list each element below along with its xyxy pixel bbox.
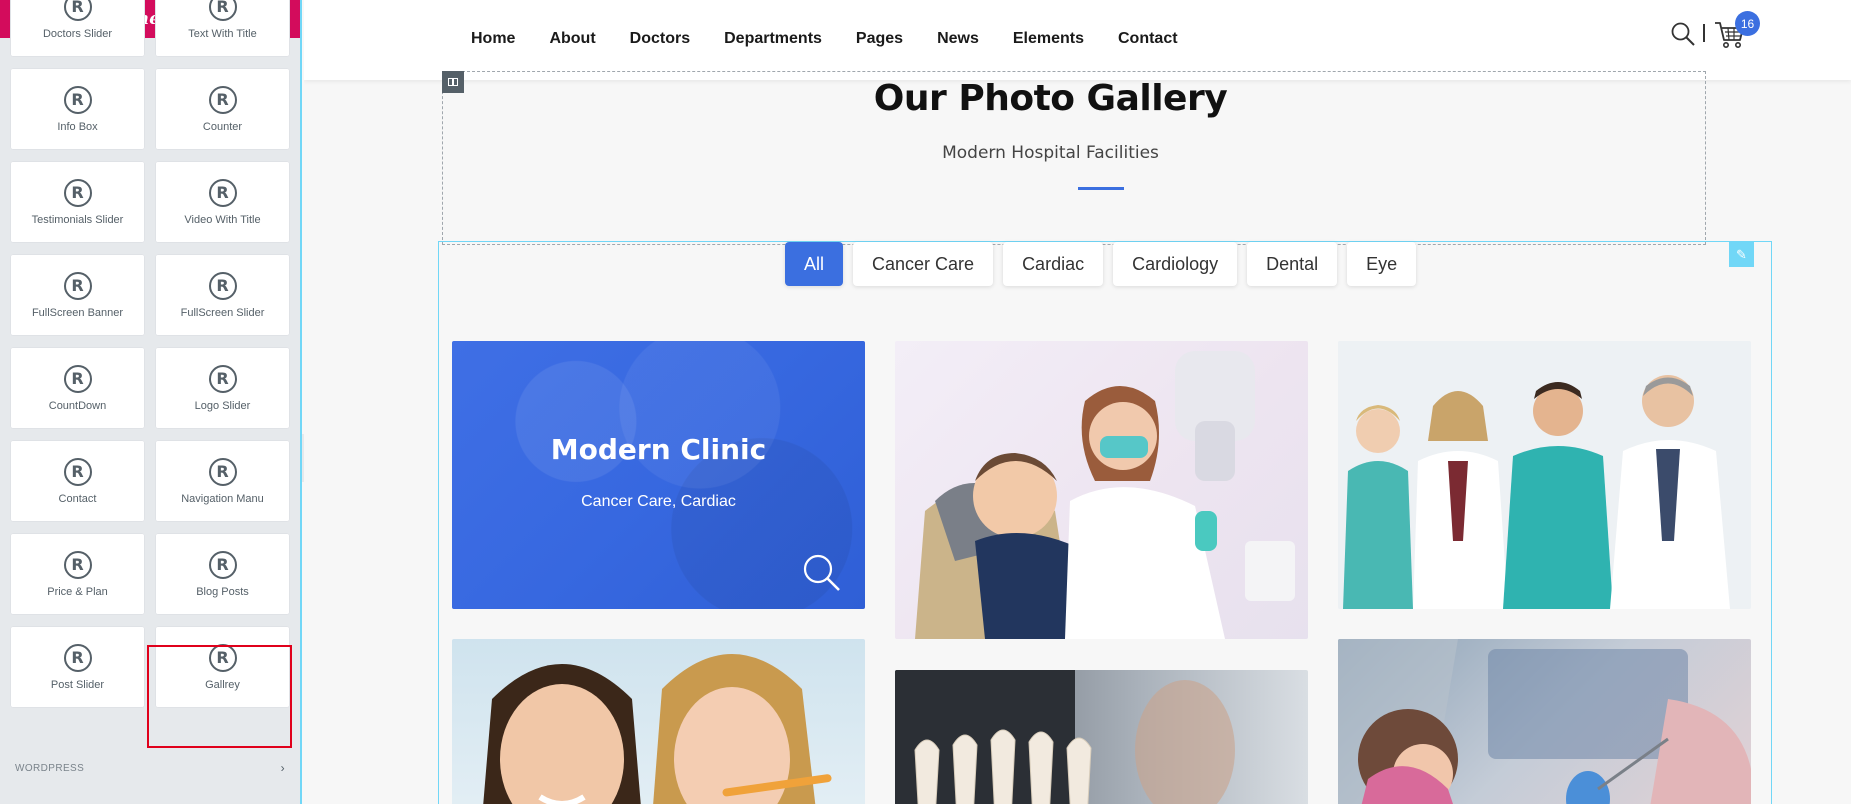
registered-icon: R [208,457,237,486]
filter-dental[interactable]: Dental [1247,242,1338,286]
zoom-search-icon[interactable] [802,553,842,593]
header-divider [1703,24,1705,42]
gallery-item-dental-photo[interactable] [895,341,1308,639]
nav-item-home[interactable]: Home [471,30,515,48]
registered-icon: R [63,271,92,300]
category-wordpress[interactable]: WORDPRESS › [0,756,300,780]
title-underline [1078,187,1124,190]
widget-label: FullScreen Banner [31,306,124,319]
filter-all[interactable]: All [785,242,844,286]
site-header: Home About Doctors Departments Pages News Elem… [304,0,1851,80]
registered-icon: R [63,457,92,486]
chevron-right-icon: › [280,761,285,775]
registered-icon: R [63,550,92,579]
registered-icon: R [63,0,92,21]
registered-icon: R [63,643,92,672]
widget-label: Counter [202,120,243,133]
widget-fullscreen-banner[interactable]: R FullScreen Banner [10,254,145,336]
filter-eye[interactable]: Eye [1347,242,1417,286]
registered-icon: R [208,643,237,672]
widget-navigation-manu[interactable]: R Navigation Manu [155,440,290,522]
widget-info-box[interactable]: R Info Box [10,68,145,150]
widget-video-with-title[interactable]: R Video With Title [155,161,290,243]
widget-doctors-slider[interactable]: R Doctors Slider [10,0,145,57]
widget-counter[interactable]: R Counter [155,68,290,150]
filter-cardiology[interactable]: Cardiology [1113,242,1238,286]
cart-count-badge: 16 [1735,11,1760,36]
widget-testimonials-slider[interactable]: R Testimonials Slider [10,161,145,243]
widget-label: Info Box [57,120,98,133]
category-label: WORDPRESS [15,762,85,774]
elementor-panel: elementor R Doctors Slider R Text With Titl… [0,0,302,804]
widget-label: Video With Title [184,213,261,226]
filter-cancer-care[interactable]: Cancer Care [853,242,994,286]
widget-label: Contact [58,492,97,505]
nav-item-news[interactable]: News [937,30,979,48]
widget-label: Navigation Manu [181,492,264,505]
widget-label: Text With Title [188,27,257,40]
gallery-title: Our Photo Gallery [873,78,1228,119]
nav-item-departments[interactable]: Departments [724,30,822,48]
nav-item-pages[interactable]: Pages [856,30,903,48]
widget-price-plan[interactable]: R Price & Plan [10,533,145,615]
nav-item-contact[interactable]: Contact [1118,30,1178,48]
registered-icon: R [208,85,237,114]
nav-item-doctors[interactable]: Doctors [630,30,690,48]
nav-item-elements[interactable]: Elements [1013,30,1084,48]
widget-gallrey[interactable]: R Gallrey [155,626,290,708]
gallery-item-hover[interactable]: Modern Clinic Cancer Care, Cardiac [452,341,865,609]
widget-contact[interactable]: R Contact [10,440,145,522]
widget-label: Logo Slider [194,399,251,412]
widget-blog-posts[interactable]: R Blog Posts [155,533,290,615]
registered-icon: R [208,364,237,393]
teeth-models-image [895,670,1235,804]
gallery-subtitle: Modern Hospital Facilities [942,143,1159,163]
nav-item-about[interactable]: About [549,30,595,48]
widget-label: Blog Posts [196,585,249,598]
registered-icon: R [208,178,237,207]
gallery-item-title: Modern Clinic [550,433,767,466]
child-exam-image [1338,639,1751,804]
widget-fullscreen-slider[interactable]: R FullScreen Slider [155,254,290,336]
registered-icon: R [63,364,92,393]
filter-cardiac[interactable]: Cardiac [1003,242,1104,286]
site-preview: Home About Doctors Departments Pages News Elem… [304,0,1851,804]
gallery-item-categories: Cancer Care, Cardiac [581,493,736,510]
registered-icon: R [208,550,237,579]
widget-logo-slider[interactable]: R Logo Slider [155,347,290,429]
gallery-item-medical-team[interactable] [1338,341,1751,609]
widget-label: Testimonials Slider [31,213,124,226]
registered-icon: R [63,178,92,207]
widget-label: Doctors Slider [42,27,113,40]
widget-label: Post Slider [50,678,105,691]
registered-icon: R [208,271,237,300]
widget-list: R Doctors Slider R Text With Title R Info Box… [10,0,290,708]
registered-icon: R [63,85,92,114]
gallery-item-teeth-models[interactable] [895,670,1308,804]
dental-patient-image [915,351,1295,639]
search-icon[interactable] [1670,21,1696,47]
widget-countdown[interactable]: R CountDown [10,347,145,429]
widget-label: CountDown [48,399,107,412]
gallery-item-brushing-teeth[interactable] [452,639,865,804]
widget-label: Price & Plan [47,585,108,598]
brushing-teeth-image [483,654,832,804]
medical-team-image [1338,341,1751,609]
gallery-item-child-exam[interactable] [1338,639,1751,804]
widget-text-with-title[interactable]: R Text With Title [155,0,290,57]
widget-label: FullScreen Slider [180,306,265,319]
main-menu: Home About Doctors Departments Pages News Elem… [471,30,1178,48]
widget-post-slider[interactable]: R Post Slider [10,626,145,708]
edit-widget-pencil-icon[interactable]: ✎ [1729,242,1754,267]
widget-label: Gallrey [205,678,240,691]
gallery-filters: All Cancer Care Cardiac Cardiology Dental Eye [785,242,1417,286]
registered-icon: R [208,0,237,21]
